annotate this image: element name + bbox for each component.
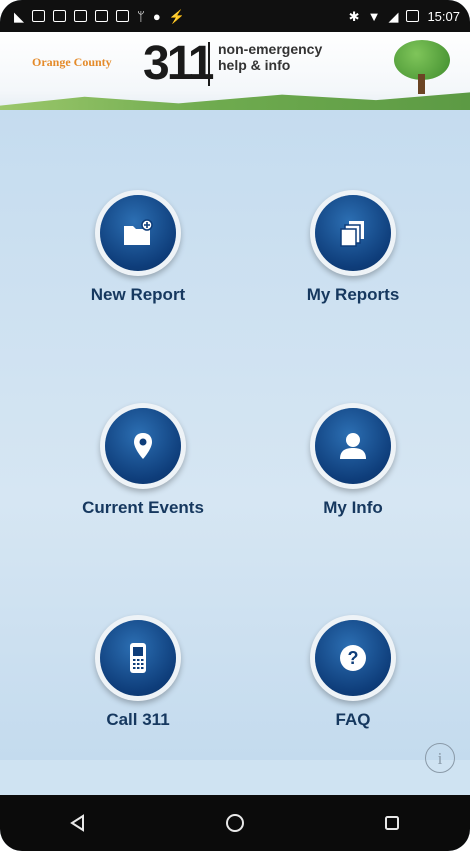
faq-label: FAQ xyxy=(335,710,371,729)
recents-icon xyxy=(384,816,399,830)
my-reports-label: My Reports xyxy=(306,285,400,304)
map-pin-icon xyxy=(134,433,152,459)
logo-311: 311 xyxy=(143,37,214,90)
android-icon: ● xyxy=(152,8,161,24)
tagline-line-2: help & info xyxy=(218,57,291,73)
status-bar: ◣ ᛘ ● ⚡ ✱ ▼ ◢ 15:07 xyxy=(0,0,470,32)
current-events-tile[interactable]: Current Events xyxy=(43,408,243,518)
my-reports-tile[interactable]: My Reports xyxy=(253,195,453,305)
status-time: 15:07 xyxy=(427,8,460,24)
sim-icon xyxy=(32,10,45,22)
bluetooth-icon: ✱ xyxy=(348,8,360,24)
recents-button[interactable] xyxy=(368,799,416,847)
usb-icon: ᛘ xyxy=(137,8,145,24)
logo-divider xyxy=(208,42,210,86)
tagline-line-1: non-emergency xyxy=(218,41,323,57)
faq-tile[interactable]: ? FAQ xyxy=(253,620,453,730)
status-right: ✱ ▼ ◢ 15:07 xyxy=(349,9,460,24)
phone-screen: ◣ ᛘ ● ⚡ ✱ ▼ ◢ 15:07 Orange County 311 no… xyxy=(0,0,470,851)
new-report-tile[interactable]: New Report xyxy=(38,195,238,305)
stacked-pages-icon xyxy=(340,221,364,247)
status-left: ◣ ᛘ ● ⚡ xyxy=(14,10,185,23)
new-report-label: New Report xyxy=(90,285,186,304)
photo-icon xyxy=(116,10,129,22)
menu-grid: New Report My Reports Current Events My … xyxy=(0,110,470,760)
svg-text:?: ? xyxy=(348,648,359,668)
county-name: Orange County xyxy=(32,55,112,69)
my-reports-button[interactable] xyxy=(315,195,391,271)
battery-icon xyxy=(406,10,420,22)
home-button[interactable] xyxy=(211,799,259,847)
folder-add-icon xyxy=(124,219,153,245)
info-button[interactable]: i xyxy=(425,743,455,773)
mail-icon xyxy=(74,10,87,22)
back-icon xyxy=(70,814,85,832)
flash-icon: ⚡ xyxy=(168,8,185,24)
question-icon: ? xyxy=(340,645,366,671)
my-info-label: My Info xyxy=(323,498,383,517)
signal-icon: ◢ xyxy=(388,8,399,24)
current-events-label: Current Events xyxy=(82,498,204,517)
new-report-button[interactable] xyxy=(100,195,176,271)
call-311-label: Call 311 xyxy=(106,710,170,729)
call-311-tile[interactable]: Call 311 xyxy=(38,620,238,730)
phone-icon xyxy=(130,643,146,673)
message-icon xyxy=(95,10,108,22)
my-info-button[interactable] xyxy=(315,408,391,484)
navigation-bar xyxy=(0,795,470,851)
wifi-icon: ▼ xyxy=(367,8,381,24)
mail-icon xyxy=(53,10,66,22)
faq-button[interactable]: ? xyxy=(315,620,391,696)
app-header: Orange County 311 non-emergency help & i… xyxy=(0,32,470,113)
my-info-tile[interactable]: My Info xyxy=(253,408,453,518)
current-events-button[interactable] xyxy=(105,408,181,484)
notification-icon: ◣ xyxy=(14,8,24,24)
tree-icon xyxy=(392,40,452,98)
back-button[interactable] xyxy=(54,799,102,847)
home-icon xyxy=(225,814,244,832)
person-icon xyxy=(340,433,366,459)
call-311-button[interactable] xyxy=(100,620,176,696)
